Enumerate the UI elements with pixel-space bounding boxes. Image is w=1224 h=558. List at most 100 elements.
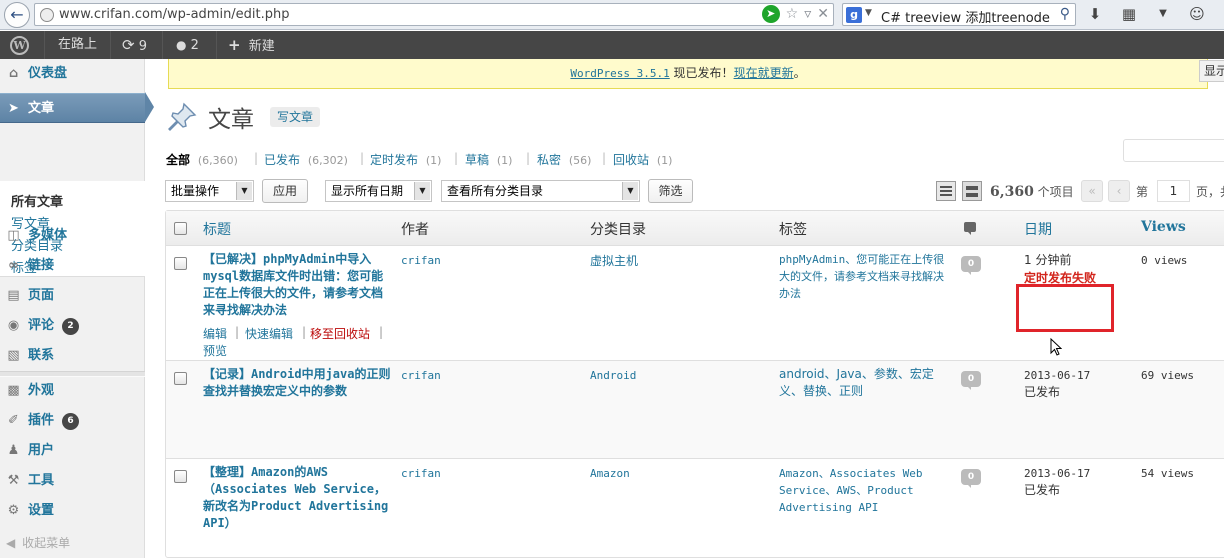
post-tags-text[interactable]: phpMyAdmin、您可能正在上传很大的文件，请参考文档来寻找解决办法	[779, 253, 944, 300]
collapse-menu[interactable]: ◀ 收起菜单	[6, 534, 70, 551]
filter-trash[interactable]: 回收站 (1)	[613, 151, 672, 168]
menu-settings[interactable]: ⚙ 设置	[0, 496, 145, 526]
comment-bubble-icon: ●	[176, 38, 187, 52]
prev-page-button[interactable]: ‹	[1108, 180, 1130, 202]
post-category[interactable]: Amazon	[590, 467, 630, 480]
menu-dropdown-icon[interactable]: ▼	[1152, 4, 1174, 24]
filter-published[interactable]: 已发布 (6,302)	[264, 151, 348, 168]
engine-dropdown-icon[interactable]: ▼	[865, 8, 872, 18]
apply-button[interactable]: 应用	[262, 179, 308, 203]
menu-appearance[interactable]: ▩ 外观	[0, 376, 145, 406]
comment-count-bubble[interactable]: 0	[961, 469, 981, 488]
column-date[interactable]: 日期	[1024, 219, 1052, 239]
filter-all[interactable]: 全部 (6,360)	[166, 151, 238, 168]
list-view-icon[interactable]	[936, 181, 956, 201]
current-page-input[interactable]: 1	[1157, 180, 1190, 202]
tools-icon: ⚒	[7, 473, 20, 488]
screen-options-button[interactable]: 显示选项	[1199, 60, 1224, 82]
post-title-link[interactable]: 【已解决】phpMyAdmin中导入mysql数据库文件时出错：您可能正在上传很…	[203, 251, 393, 319]
update-now-link[interactable]: 现在就更新	[734, 66, 794, 80]
filter-drafts[interactable]: 草稿 (1)	[465, 151, 512, 168]
post-title-link[interactable]: 【记录】Android中用java的正则查找并替换宏定义中的参数	[203, 366, 393, 400]
quick-edit-link[interactable]: 快速编辑	[245, 325, 293, 342]
edit-link[interactable]: 编辑	[203, 325, 227, 342]
post-author[interactable]: crifan	[401, 369, 441, 382]
stop-icon[interactable]: ✕	[817, 5, 829, 23]
browser-search-box[interactable]: g ▼ C# treeview 添加treenode ⚲	[842, 3, 1076, 26]
date-filter-value: 显示所有日期	[331, 184, 404, 198]
comments-column-icon[interactable]	[964, 222, 976, 235]
row-checkbox[interactable]	[174, 257, 187, 270]
posts-pushpin-icon	[166, 101, 198, 133]
admin-bar-site-name[interactable]: 在路上	[58, 31, 97, 59]
row-checkbox[interactable]	[174, 470, 187, 483]
menu-plugins[interactable]: ✐ 插件 6	[0, 406, 145, 436]
admin-sidebar: ⌂ 仪表盘 ➤ 文章 所有文章 写文章 分类目录 标签 ◫ 多媒体 ∞ 链接 ▤…	[0, 59, 145, 558]
submenu-all-posts[interactable]: 所有文章	[11, 191, 63, 210]
menu-contact[interactable]: ▧ 联系	[0, 341, 145, 371]
preview-link[interactable]: 预览	[203, 342, 227, 359]
column-views[interactable]: Views	[1141, 219, 1186, 235]
menu-pages[interactable]: ▤ 页面	[0, 281, 145, 311]
column-title[interactable]: 标题	[203, 219, 231, 239]
column-tags: 标签	[779, 222, 807, 238]
menu-media[interactable]: ◫ 多媒体	[0, 221, 145, 251]
browser-search-input[interactable]: C# treeview 添加treenode	[881, 7, 1050, 26]
post-category[interactable]: Android	[590, 369, 636, 382]
media-icon: ◫	[7, 228, 20, 243]
action-separator: |	[379, 325, 384, 339]
menu-posts[interactable]: ➤ 文章	[0, 93, 145, 123]
admin-bar-new[interactable]: + 新建	[228, 31, 275, 59]
bookmark-star-icon[interactable]: ☆	[786, 5, 799, 23]
filter-button[interactable]: 筛选	[648, 179, 693, 203]
mouse-cursor-icon	[1050, 338, 1062, 356]
users-icon: ♟	[7, 443, 20, 458]
post-author[interactable]: crifan	[401, 254, 441, 267]
excerpt-view-icon[interactable]	[962, 181, 982, 201]
menu-links[interactable]: ∞ 链接	[0, 251, 145, 281]
trash-link[interactable]: 移至回收站	[310, 325, 370, 342]
post-author[interactable]: crifan	[401, 467, 441, 480]
post-search-input[interactable]	[1123, 139, 1224, 162]
comments-count: 2	[190, 38, 199, 53]
filter-scheduled-label: 定时发布	[370, 153, 419, 167]
menu-dashboard[interactable]: ⌂ 仪表盘	[0, 59, 145, 89]
comment-count-bubble[interactable]: 0	[961, 256, 981, 275]
menu-users[interactable]: ♟ 用户	[0, 436, 145, 466]
menu-comments[interactable]: ◉ 评论 2	[0, 311, 145, 341]
updates-count: 9	[138, 39, 147, 54]
filter-scheduled[interactable]: 定时发布 (1)	[370, 151, 441, 168]
bulk-action-select[interactable]: 批量操作 ▼	[165, 180, 254, 202]
add-new-post-button[interactable]: 写文章	[270, 107, 321, 127]
post-tags[interactable]: Amazon、Associates Web Service、AWS、Produc…	[779, 465, 954, 516]
filter-private[interactable]: 私密 (56)	[537, 151, 591, 168]
url-text[interactable]: www.crifan.com/wp-admin/edit.php	[59, 7, 290, 22]
comment-count-bubble[interactable]: 0	[961, 371, 981, 390]
admin-bar-comments[interactable]: ● 2	[176, 31, 199, 59]
post-title-link[interactable]: 【整理】Amazon的AWS（Associates Web Service，新改…	[203, 464, 393, 532]
admin-bar-updates[interactable]: ⟳ 9	[122, 31, 147, 59]
history-dropdown-icon[interactable]: ▿	[804, 5, 811, 23]
smiley-icon[interactable]: ☺	[1186, 4, 1208, 24]
first-page-button[interactable]: «	[1081, 180, 1103, 202]
date-filter-select[interactable]: 显示所有日期 ▼	[325, 180, 432, 202]
menu-tools[interactable]: ⚒ 工具	[0, 466, 145, 496]
filter-all-label: 全部	[166, 153, 191, 167]
search-icon[interactable]: ⚲	[1060, 6, 1070, 22]
wordpress-version-link[interactable]: WordPress 3.5.1	[570, 67, 669, 80]
filter-drafts-count: (1)	[496, 154, 513, 167]
google-icon[interactable]: g	[846, 7, 862, 23]
download-icon[interactable]: ⬇	[1084, 4, 1106, 24]
row-checkbox[interactable]	[174, 372, 187, 385]
filter-private-label: 私密	[537, 153, 562, 167]
select-all-checkbox[interactable]	[174, 222, 187, 235]
menu-links-label: 链接	[28, 258, 55, 273]
post-category[interactable]: 虚拟主机	[590, 252, 638, 269]
go-icon[interactable]: ➤	[761, 5, 780, 23]
address-bar[interactable]: www.crifan.com/wp-admin/edit.php ➤ ☆ ▿ ✕	[34, 3, 834, 26]
category-filter-select[interactable]: 查看所有分类目录 ▼	[441, 180, 640, 202]
back-button[interactable]: ←	[4, 2, 30, 28]
post-tags[interactable]: android、Java、参数、宏定义、替换、正则	[779, 366, 954, 400]
screenshot-icon[interactable]: ▦	[1118, 4, 1140, 24]
wordpress-logo-icon[interactable]: W	[10, 36, 29, 55]
